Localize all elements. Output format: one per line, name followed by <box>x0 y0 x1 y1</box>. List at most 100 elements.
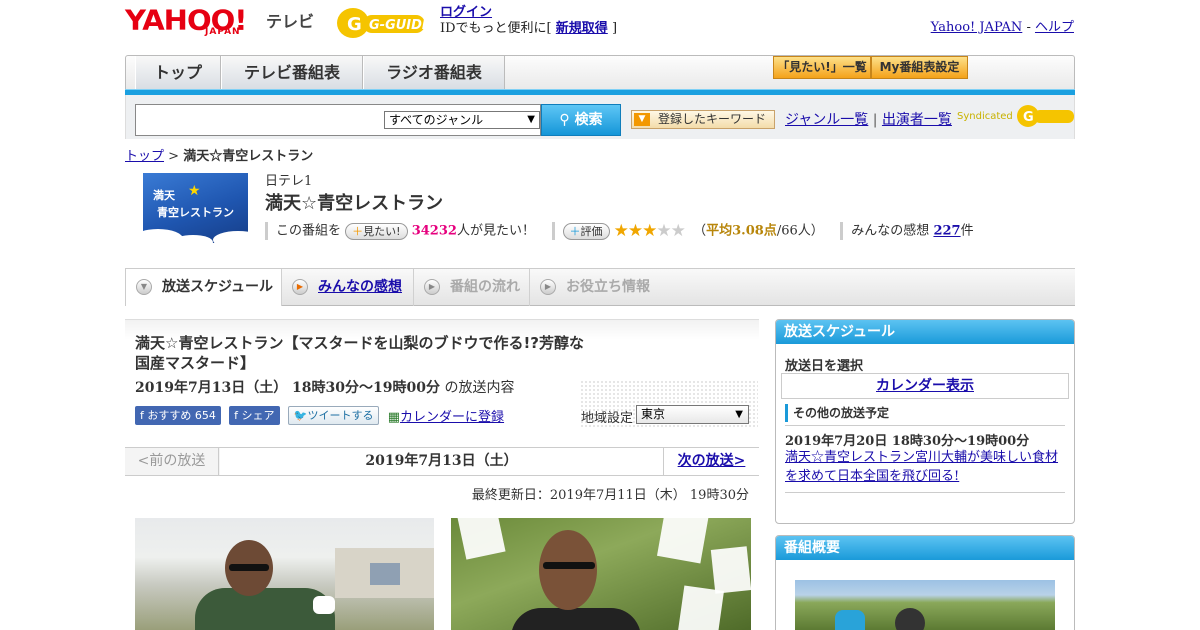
rating-count: /66人） <box>776 223 824 239</box>
login-link[interactable]: ログイン <box>440 5 492 20</box>
calendar-register[interactable]: ▦カレンダーに登録 <box>388 406 504 425</box>
fb-recommend-label: おすすめ <box>147 409 192 422</box>
breadcrumb-home[interactable]: トップ <box>125 149 164 164</box>
play-icon: ▶ <box>424 279 440 295</box>
id-suffix: ] <box>611 21 618 36</box>
yahoo-japan-link[interactable]: Yahoo! JAPAN <box>931 20 1023 35</box>
thumbnail-text-line2: 青空レストラン <box>157 206 234 219</box>
program-channel: 日テレ1 <box>265 174 313 189</box>
region-label: 地域設定 <box>581 411 634 426</box>
average-score: 平均3.08点 <box>706 223 777 239</box>
prev-broadcast: <前の放送 <box>125 448 219 475</box>
fb-share-label: シェア <box>241 409 275 422</box>
tab-schedule[interactable]: ▼ 放送スケジュール <box>125 269 282 306</box>
star-icon: ★ <box>188 183 201 199</box>
mitai-list-button[interactable]: 「見たい!」一覧 <box>773 56 871 79</box>
average-open: （ <box>693 223 707 239</box>
episode-date: 2019年7月13日（土） 18時30分～19時00分 <box>135 380 440 396</box>
tweet-button[interactable]: 🐦ツイートする <box>287 406 380 425</box>
stars-off: ★★ <box>656 221 686 241</box>
tv-service-logo[interactable]: テレビ <box>266 8 314 32</box>
tab-schedule-label: 放送スケジュール <box>162 279 274 295</box>
mitai-button[interactable]: ＋見たい! <box>345 222 408 240</box>
episode-date-line: 2019年7月13日（土） 18時30分～19時00分 の放送内容 <box>135 377 514 397</box>
person-figure <box>835 610 865 630</box>
my-bangumi-button[interactable]: My番組表設定 <box>871 56 968 79</box>
calendar-register-link[interactable]: カレンダーに登録 <box>400 410 504 425</box>
schedule-sidebar-header: 放送スケジュール <box>776 320 1074 344</box>
calendar-display-button[interactable]: カレンダー表示 <box>781 373 1069 399</box>
genre-select[interactable]: すべてのジャンル ▼ <box>384 111 540 129</box>
facebook-share-button[interactable]: f シェア <box>229 406 280 425</box>
breadcrumb-separator: > <box>168 149 180 164</box>
search-button[interactable]: ⚲ 検索 <box>541 104 621 136</box>
other-schedule-item[interactable]: 満天☆青空レストラン宮川大輔が美味しい食材を求めて日本全国を飛び回る! <box>785 448 1070 486</box>
genre-list-link[interactable]: ジャンル一覧 <box>785 112 868 128</box>
tab-comments[interactable]: ▶ みんなの感想 <box>282 269 414 306</box>
grape-bag <box>710 546 751 594</box>
facebook-icon: f <box>140 409 144 422</box>
facebook-recommend-button[interactable]: f おすすめ 654 <box>135 406 221 425</box>
register-link[interactable]: 新規取得 <box>556 21 608 36</box>
comments-prefix: みんなの感想 <box>851 223 930 239</box>
glove-decoration <box>313 596 335 614</box>
next-broadcast-link[interactable]: 次の放送> <box>678 453 746 469</box>
episode-photo-1 <box>135 518 434 630</box>
watch-suffix: 人が見たい！ <box>456 223 535 239</box>
search-button-label: 検索 <box>574 112 603 128</box>
nav-tab-radio-schedule[interactable]: ラジオ番組表 <box>363 56 505 90</box>
thumbnail-text-line1: 満天 <box>153 189 175 202</box>
episode-date-suffix: の放送内容 <box>444 380 515 396</box>
last-updated: 最終更新日：2019年7月11日（木） 19時30分 <box>471 488 749 503</box>
region-selected-value: 東京 <box>641 407 666 421</box>
id-prefix: IDでもっと便利に[ <box>440 21 552 36</box>
top-links-separator: - <box>1026 20 1031 35</box>
divider <box>551 222 555 240</box>
program-title: 満天☆青空レストラン <box>265 193 444 214</box>
search-icon: ⚲ <box>559 112 570 128</box>
keyword-button-label: 登録したキーワード <box>658 112 767 126</box>
nav-tab-top[interactable]: トップ <box>135 56 221 90</box>
plus-icon: ＋ <box>352 224 364 238</box>
keyword-button[interactable]: ▼ 登録したキーワード <box>631 110 775 129</box>
episode-navigation: <前の放送 2019年7月13日（土） 次の放送> <box>125 447 759 476</box>
glasses-decoration <box>229 564 269 571</box>
calendar-display-link[interactable]: カレンダー表示 <box>876 378 974 394</box>
tab-program-flow: ▶ 番組の流れ <box>414 269 530 306</box>
divider <box>265 222 268 240</box>
stars-on: ★★★ <box>613 221 658 241</box>
search-links-divider: | <box>872 112 878 128</box>
plus-icon: ＋ <box>569 224 581 238</box>
help-link[interactable]: ヘルプ <box>1035 20 1074 35</box>
triangle-down-icon: ▼ <box>634 113 650 126</box>
glasses-decoration <box>543 562 595 569</box>
region-select[interactable]: 東京 ▼ <box>636 405 749 424</box>
nav-tab-tv-schedule[interactable]: テレビ番組表 <box>221 56 363 90</box>
triangle-down-icon: ▼ <box>527 114 535 125</box>
program-tabs: ▼ 放送スケジュール ▶ みんなの感想 ▶ 番組の流れ ▶ お役立ち情報 <box>125 268 1075 306</box>
tab-useful-info: ▶ お役立ち情報 <box>530 269 660 306</box>
play-icon: ▶ <box>292 279 308 295</box>
search-links: ジャンル一覧 | 出演者一覧 <box>785 109 952 129</box>
top-links: Yahoo! JAPAN - ヘルプ <box>931 16 1074 35</box>
svg-text:G: G <box>347 14 362 35</box>
other-schedule-heading: その他の放送予定 <box>785 404 889 422</box>
current-broadcast-date: 2019年7月13日（土） <box>220 448 663 475</box>
tab-useful-label: お役立ち情報 <box>566 279 650 295</box>
play-icon: ▼ <box>136 279 152 295</box>
divider <box>785 492 1065 493</box>
comments-count-link[interactable]: 227 <box>933 224 960 239</box>
yahoo-japan-sublogo: JAPAN <box>205 27 241 37</box>
performer-list-link[interactable]: 出演者一覧 <box>882 112 952 128</box>
rating-button-label: 評価 <box>580 224 603 238</box>
tab-flow-label: 番組の流れ <box>450 279 520 295</box>
next-broadcast[interactable]: 次の放送> <box>663 448 759 475</box>
tweet-label: ツイートする <box>307 409 374 422</box>
twitter-icon: 🐦 <box>293 409 308 422</box>
genre-selected-value: すべてのジャンル <box>389 113 484 127</box>
grape-bag <box>456 518 506 560</box>
person-head <box>539 530 597 610</box>
other-schedule-link[interactable]: 満天☆青空レストラン宮川大輔が美味しい食材を求めて日本全国を飛び回る! <box>785 450 1058 484</box>
svg-text:G: G <box>1023 110 1034 125</box>
rating-button[interactable]: ＋評価 <box>562 222 610 240</box>
